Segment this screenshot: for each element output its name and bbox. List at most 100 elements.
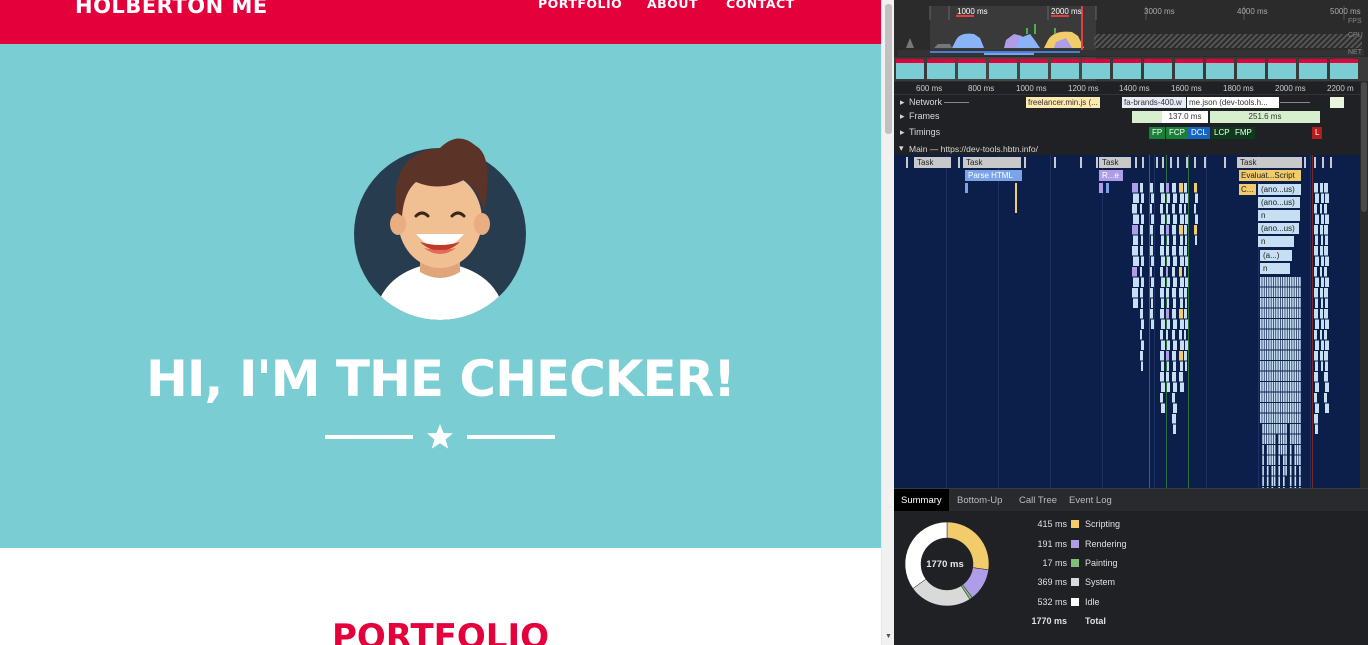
flame-slice[interactable]: [1294, 392, 1297, 403]
flame-slice[interactable]: [1276, 308, 1278, 319]
flame-slice[interactable]: [1194, 204, 1196, 214]
flame-slice[interactable]: [1325, 193, 1329, 204]
flame-slice[interactable]: [1299, 445, 1301, 455]
flame-slice[interactable]: [1269, 350, 1271, 361]
flame-slice[interactable]: [1179, 372, 1183, 382]
flame-slice[interactable]: [1325, 277, 1329, 288]
flame-slice[interactable]: [958, 157, 960, 168]
flame-slice[interactable]: [1294, 445, 1297, 455]
flame-slice[interactable]: [1271, 361, 1274, 371]
flame-slice[interactable]: [1184, 204, 1186, 214]
flame-slice[interactable]: [1321, 256, 1324, 267]
flame-slice[interactable]: [1266, 455, 1269, 466]
flame-slice[interactable]: [1294, 403, 1297, 413]
flame-function-call[interactable]: (a...): [1260, 250, 1292, 261]
flame-slice[interactable]: [1314, 157, 1316, 168]
flame-slice[interactable]: [1287, 329, 1290, 340]
flame-slice[interactable]: [1150, 183, 1153, 193]
flame-slice[interactable]: [1296, 371, 1299, 382]
flame-slice[interactable]: [1292, 403, 1294, 413]
flame-slice[interactable]: [1271, 298, 1274, 308]
flame-slice[interactable]: [1266, 319, 1269, 329]
flame-slice[interactable]: [1280, 371, 1283, 382]
flame-slice[interactable]: [1099, 183, 1103, 193]
flame-slice[interactable]: [1166, 330, 1168, 340]
flame-slice[interactable]: [1321, 235, 1323, 246]
flame-slice[interactable]: [1133, 277, 1139, 288]
flame-slice[interactable]: [1133, 235, 1138, 246]
flame-slice[interactable]: [1184, 288, 1187, 298]
flame-slice[interactable]: [1276, 371, 1278, 382]
flame-slice[interactable]: [1132, 267, 1137, 277]
flame-slice[interactable]: [1269, 403, 1271, 413]
flame-slice[interactable]: [1296, 350, 1299, 361]
flame-slice[interactable]: [1172, 372, 1176, 382]
flame-slice[interactable]: [1266, 466, 1269, 476]
flame-slice[interactable]: [1283, 476, 1285, 487]
flame-slice[interactable]: [1266, 350, 1269, 361]
flame-slice[interactable]: [1278, 392, 1280, 403]
screenshot-thumbnail[interactable]: [1082, 59, 1110, 79]
flame-slice[interactable]: [1179, 204, 1182, 214]
flame-slice[interactable]: [1276, 298, 1278, 308]
flame-slice[interactable]: [1325, 361, 1328, 372]
network-request-bar[interactable]: me.json (dev-tools.h...: [1187, 97, 1279, 108]
flame-slice[interactable]: [1285, 403, 1287, 413]
flame-task[interactable]: Task: [963, 157, 1021, 168]
tab-bottom-up[interactable]: Bottom-Up: [950, 489, 1009, 511]
flame-slice[interactable]: [1160, 330, 1163, 340]
flame-slice[interactable]: [1287, 350, 1290, 361]
flame-slice[interactable]: [1269, 434, 1271, 445]
flame-slice[interactable]: [1260, 371, 1262, 382]
flame-slice[interactable]: [1150, 309, 1153, 319]
flame-slice[interactable]: [1324, 330, 1327, 340]
flame-slice[interactable]: [1161, 214, 1165, 225]
flame-slice[interactable]: [1132, 246, 1138, 256]
flame-slice[interactable]: [1285, 361, 1287, 371]
flame-slice[interactable]: [1264, 434, 1267, 445]
flame-slice[interactable]: [1264, 403, 1267, 413]
flame-slice[interactable]: [1269, 382, 1271, 392]
flame-slice[interactable]: [1173, 277, 1177, 288]
flame-slice[interactable]: [1292, 277, 1294, 287]
flame-slice[interactable]: [1096, 157, 1098, 168]
flame-slice[interactable]: [1167, 214, 1170, 225]
flame-function-call[interactable]: (ano...us): [1258, 184, 1301, 195]
flame-slice[interactable]: [1299, 329, 1301, 340]
flame-slice[interactable]: [1262, 361, 1264, 371]
network-request-bar[interactable]: freelancer.min.js (...: [1026, 97, 1100, 108]
flame-slice[interactable]: [1289, 287, 1292, 298]
flame-slice[interactable]: [1289, 466, 1292, 476]
flame-slice[interactable]: [1269, 413, 1271, 424]
flame-slice[interactable]: [1054, 157, 1056, 168]
flame-slice[interactable]: [1299, 287, 1301, 298]
screenshot-thumbnail[interactable]: [927, 59, 955, 79]
flame-slice[interactable]: [1262, 298, 1264, 308]
flame-slice[interactable]: [1195, 193, 1198, 204]
flame-slice[interactable]: [1167, 340, 1170, 351]
flame-slice[interactable]: [1273, 277, 1276, 287]
flame-slice[interactable]: [1287, 392, 1290, 403]
flame-slice[interactable]: [1280, 445, 1283, 455]
flame-slice[interactable]: [1172, 246, 1176, 256]
flame-slice[interactable]: [1299, 403, 1301, 413]
flame-slice[interactable]: [1140, 267, 1142, 277]
main-thread-flame-chart[interactable]: Task Task Task Task Parse HTML R...e Eva…: [894, 155, 1360, 488]
flame-slice[interactable]: [1160, 204, 1163, 214]
flame-slice[interactable]: [1289, 298, 1292, 308]
flame-slice[interactable]: [1289, 455, 1292, 466]
flame-slice[interactable]: [1133, 256, 1139, 267]
flame-slice[interactable]: [1179, 351, 1183, 361]
main-track-expander[interactable]: ▾: [899, 143, 904, 154]
flame-task[interactable]: Task: [1237, 157, 1302, 168]
flame-slice[interactable]: [1106, 183, 1109, 193]
flame-slice[interactable]: [1292, 319, 1294, 329]
flame-slice[interactable]: [1278, 298, 1280, 308]
tab-summary[interactable]: Summary: [894, 489, 949, 511]
frame-duration[interactable]: 137.0 ms: [1162, 111, 1208, 123]
flame-slice[interactable]: [1160, 309, 1164, 319]
flame-slice[interactable]: [1185, 235, 1187, 246]
flame-slice[interactable]: [1280, 350, 1283, 361]
flame-slice[interactable]: [1280, 319, 1283, 329]
flame-slice[interactable]: [1321, 340, 1324, 351]
